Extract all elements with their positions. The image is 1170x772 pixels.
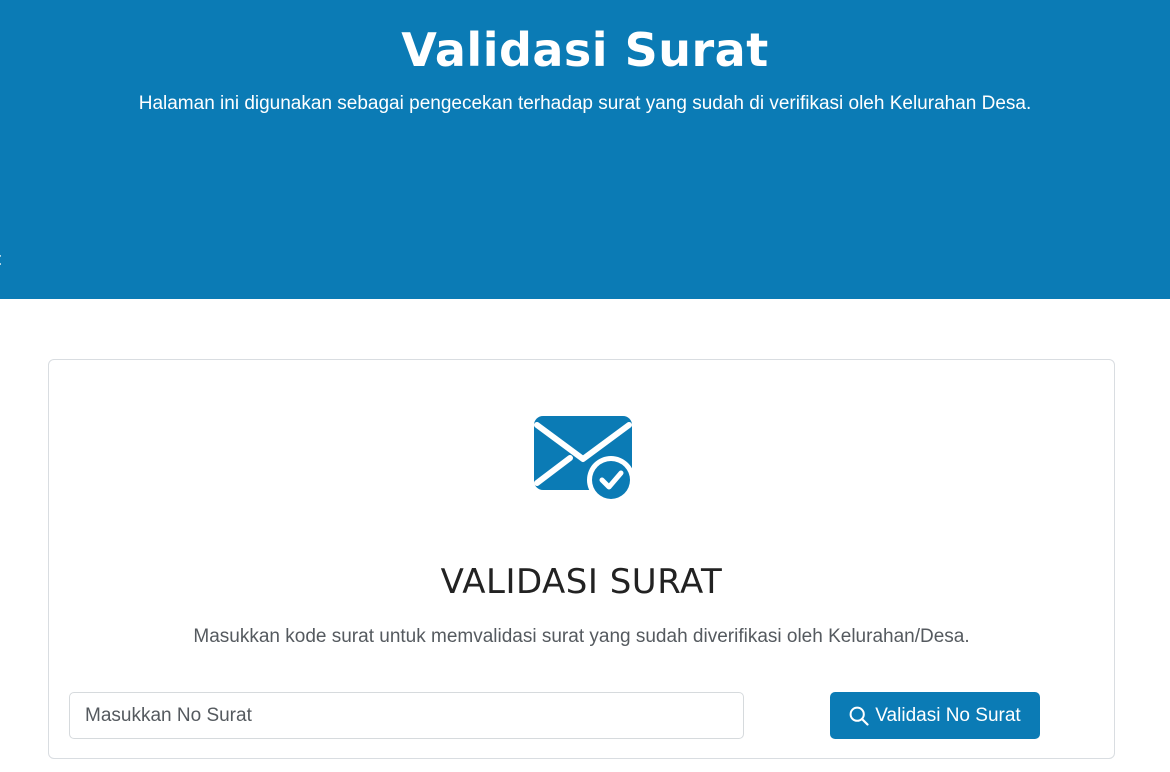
envelope-check-icon [534, 416, 635, 504]
validate-button-label: Validasi No Surat [875, 704, 1021, 726]
validate-letter-button[interactable]: Validasi No Surat [830, 692, 1040, 739]
breadcrumb: rat [0, 248, 1, 270]
validation-card: VALIDASI SURAT Masukkan kode surat untuk… [48, 359, 1115, 759]
page-subtitle: Halaman ini digunakan sebagai pengecekan… [138, 93, 1032, 114]
letter-number-input[interactable] [69, 692, 744, 739]
breadcrumb-item: rat [0, 249, 1, 269]
card-title: VALIDASI SURAT [440, 562, 723, 602]
page-title: Validasi Surat [401, 23, 769, 77]
card-description: Masukkan kode surat untuk memvalidasi su… [193, 626, 970, 647]
hero-banner: Validasi Surat Halaman ini digunakan seb… [0, 0, 1170, 299]
search-icon [849, 706, 869, 726]
